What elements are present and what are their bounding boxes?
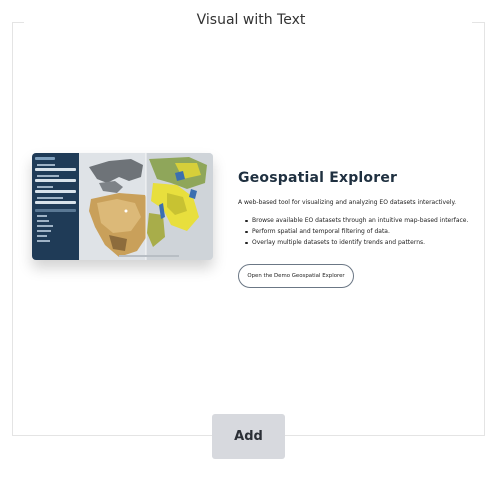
frame-border-left (12, 22, 24, 23)
feature-heading: Geospatial Explorer (238, 170, 398, 186)
screenshot-sidebar (32, 153, 79, 260)
list-item: Perform spatial and temporal filtering o… (244, 227, 468, 238)
list-item: Overlay multiple datasets to identify tr… (244, 238, 468, 249)
feature-description: A web-based tool for visualizing and ana… (238, 199, 457, 206)
explorer-screenshot-image (32, 153, 213, 260)
list-item: Browse available EO datasets through an … (244, 216, 468, 227)
frame-border-right (472, 22, 485, 23)
feature-list: Browse available EO datasets through an … (244, 216, 468, 249)
open-demo-button[interactable]: Open the Demo Geospatial Explorer (238, 264, 354, 288)
add-button[interactable]: Add (212, 414, 285, 459)
screenshot-map (79, 153, 213, 260)
